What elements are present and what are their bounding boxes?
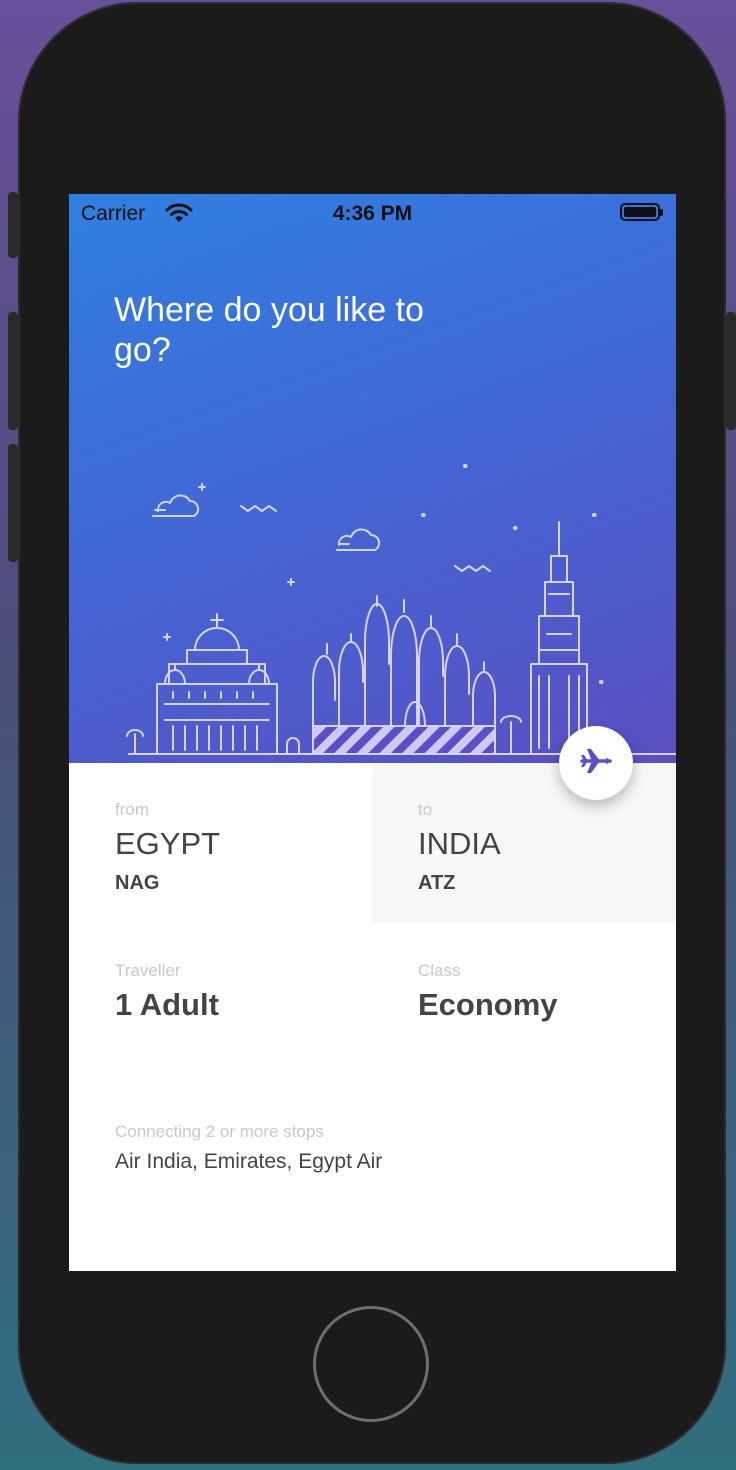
traveller-label: Traveller bbox=[115, 961, 181, 980]
to-country[interactable]: INDIA bbox=[418, 826, 501, 862]
from-country[interactable]: EGYPT bbox=[115, 826, 220, 862]
volume-down-button bbox=[8, 444, 18, 562]
battery-icon bbox=[620, 203, 663, 221]
hero-banner: Carrier 4:36 PM Where do you like to go? bbox=[69, 194, 676, 763]
home-button[interactable] bbox=[313, 1306, 429, 1422]
class-value[interactable]: Economy bbox=[418, 987, 558, 1023]
airplane-icon bbox=[580, 747, 612, 780]
mute-switch bbox=[8, 192, 18, 258]
city-skyline-illustration bbox=[126, 464, 676, 755]
status-bar: Carrier 4:36 PM bbox=[69, 194, 676, 234]
from-airport-code: NAG bbox=[115, 872, 160, 894]
class-label: Class bbox=[418, 961, 461, 980]
status-time: 4:36 PM bbox=[332, 202, 413, 225]
search-flights-button[interactable] bbox=[559, 726, 633, 800]
power-button bbox=[726, 312, 736, 430]
stops-label: Connecting 2 or more stops bbox=[115, 1122, 324, 1141]
page-title: Where do you like to go? bbox=[114, 291, 424, 369]
app-screen: Carrier 4:36 PM Where do you like to go? bbox=[69, 194, 676, 1271]
traveller-value[interactable]: 1 Adult bbox=[115, 987, 219, 1023]
to-label: to bbox=[418, 800, 433, 819]
to-airport-code: ATZ bbox=[418, 872, 456, 894]
airlines-list: Air India, Emirates, Egypt Air bbox=[115, 1150, 383, 1173]
volume-up-button bbox=[8, 312, 18, 430]
from-label: from bbox=[115, 800, 149, 819]
